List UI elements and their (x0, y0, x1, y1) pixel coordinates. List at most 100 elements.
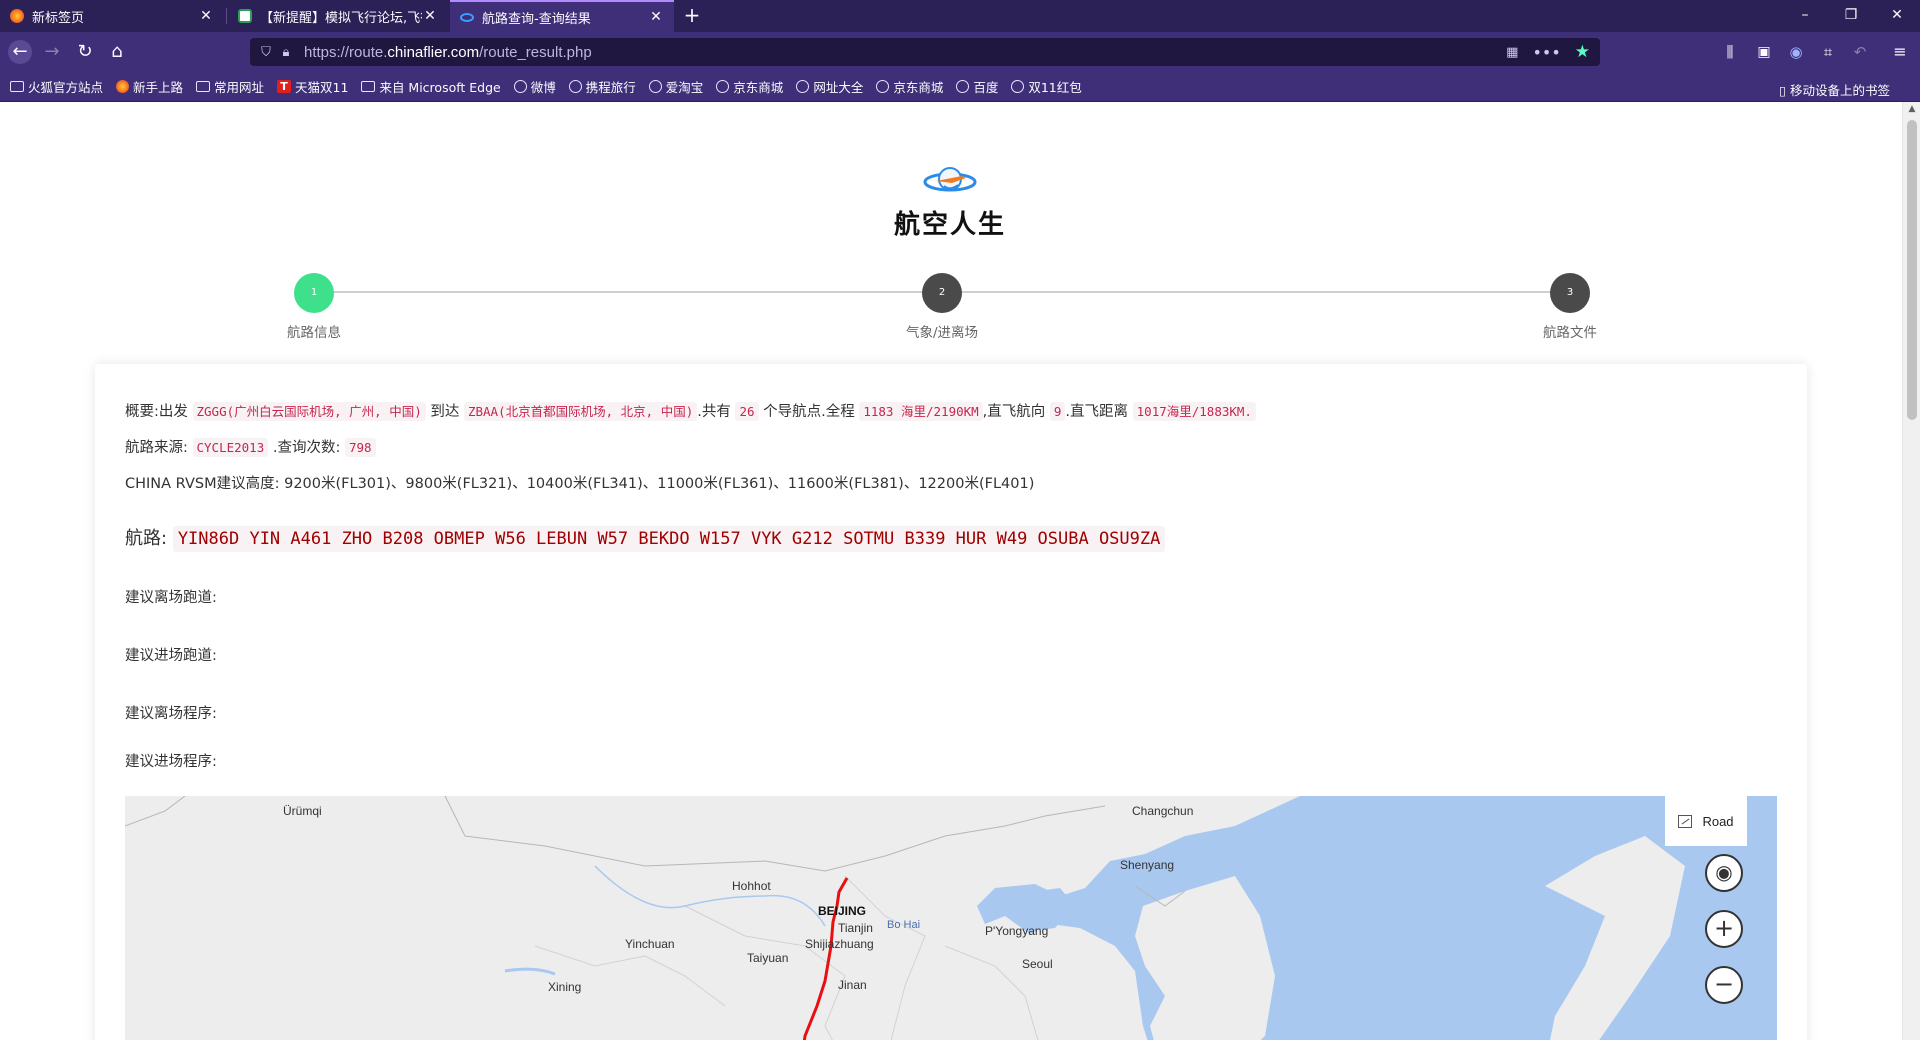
new-tab-icon[interactable]: + (680, 4, 704, 28)
back-icon[interactable]: ← (8, 40, 32, 64)
direct-distance: 1017海里/1883KM. (1132, 402, 1256, 421)
url-text[interactable]: https://route.chinaflier.com/route_resul… (304, 44, 592, 61)
bookmark-label: 网址大全 (813, 80, 864, 95)
tmall-icon: T (277, 80, 292, 93)
mobile-bookmarks[interactable]: ▯ 移动设备上的书签 (1779, 80, 1890, 99)
minimize-icon[interactable]: – (1782, 0, 1828, 32)
page-actions-icon[interactable]: ••• (1532, 43, 1560, 62)
home-icon[interactable]: ⌂ (105, 40, 129, 64)
locate-me-icon[interactable]: ◉ (1705, 854, 1743, 892)
bookmark-item[interactable]: 来自 Microsoft Edge (361, 77, 501, 96)
bookmark-item[interactable]: 爱淘宝 (648, 77, 704, 96)
summary-line: 概要:出发 ZGGG(广州白云国际机场, 广州, 中国) 到达 ZBAA(北京首… (125, 400, 1256, 421)
site-favicon-icon (238, 9, 252, 23)
reload-icon[interactable]: ↻ (73, 40, 97, 64)
map-label-beijing: BEIJING (818, 904, 867, 918)
map-label-tianjin: Tianjin (838, 921, 873, 935)
map-label-bo-hai: Bo Hai (887, 919, 921, 931)
account-icon[interactable]: ◉ (1784, 40, 1808, 64)
lock-icon[interactable]: 🔒︎ (276, 45, 296, 60)
bookmark-label: 常用网址 (214, 80, 265, 95)
planet-plane-logo-icon (923, 167, 977, 192)
bookmark-label: 双11红包 (1028, 80, 1082, 95)
tracking-shield-icon[interactable]: ⛉ (256, 45, 276, 60)
qr-code-icon[interactable]: ▦ (1506, 45, 1518, 60)
bookmark-label: 天猫双11 (295, 80, 349, 95)
screenshot-icon[interactable]: ⌗ (1816, 40, 1840, 64)
folder-icon (361, 81, 376, 92)
firefox-icon (10, 9, 24, 23)
map-label-jinan: Jinan (838, 978, 867, 992)
globe-icon (876, 80, 890, 93)
source-line: 航路来源: CYCLE2013 .查询次数: 798 (125, 436, 376, 457)
map-label-taiyuan: Taiyuan (747, 951, 789, 965)
restore-icon[interactable]: ❐ (1828, 0, 1874, 32)
bookmark-label: 火狐官方站点 (28, 80, 104, 95)
bookmark-item[interactable]: 百度 (956, 77, 998, 96)
step-route-info[interactable]: 1 航路信息 (264, 273, 364, 341)
library-icon[interactable]: ⫼ (1718, 40, 1742, 64)
bookmark-item[interactable]: 新手上路 (116, 77, 183, 96)
zoom-in-icon[interactable]: + (1705, 910, 1743, 948)
tab-route-result[interactable]: 航路查询-查询结果 ✕ (450, 0, 674, 32)
close-icon[interactable]: ✕ (422, 8, 438, 24)
logo-text: 航空人生 (893, 210, 1006, 240)
bookmark-label: 新手上路 (133, 80, 184, 95)
road-map-icon (1678, 814, 1693, 828)
bookmark-item[interactable]: 京东商城 (876, 77, 943, 96)
progress-stepper: 1 航路信息 2 气象/进离场 3 航路文件 (0, 270, 1902, 341)
bookmark-item[interactable]: 常用网址 (196, 77, 264, 96)
sidebar-icon[interactable]: ▣ (1752, 40, 1776, 64)
bookmark-item[interactable]: 京东商城 (716, 77, 783, 96)
map-label-changchun: Changchun (1132, 804, 1194, 818)
bookmark-item[interactable]: 网址大全 (796, 77, 863, 96)
waypoint-count: 26 (735, 402, 759, 421)
bookmark-item[interactable]: 携程旅行 (568, 77, 636, 96)
tab-title: 新标签页 (32, 10, 85, 26)
map-label-xining: Xining (548, 980, 582, 994)
route-map[interactable]: Ürümqi Changchun Shenyang Hohhot BEIJING… (125, 796, 1777, 1040)
url-bar[interactable]: ⛉ 🔒︎ https://route.chinaflier.com/route_… (250, 38, 1600, 66)
bookmark-label: 爱淘宝 (665, 80, 704, 95)
close-icon[interactable]: ✕ (648, 9, 664, 25)
step-circle: 1 (294, 273, 334, 313)
menu-icon[interactable]: ≡ (1888, 40, 1912, 64)
step-label: 航路文件 (1543, 325, 1597, 341)
site-logo[interactable]: 航空人生 (888, 162, 1012, 241)
tab-forum[interactable]: 【新提醒】模拟飞行论坛,飞行模 ✕ (228, 0, 448, 32)
bookmark-item[interactable]: 双11红包 (1011, 77, 1082, 96)
step-label: 气象/进离场 (905, 325, 979, 341)
page-scrollbar[interactable]: ▲ (1902, 102, 1920, 1040)
globe-icon (956, 80, 970, 93)
bookmark-star-icon[interactable]: ★ (1575, 42, 1590, 62)
bookmark-label: 来自 Microsoft Edge (379, 80, 501, 95)
bookmark-item[interactable]: 火狐官方站点 (10, 77, 103, 96)
forward-icon[interactable]: → (40, 40, 64, 64)
bookmark-item[interactable]: T 天猫双11 (277, 77, 348, 96)
map-label-seoul: Seoul (1022, 957, 1053, 971)
step-weather[interactable]: 2 气象/进离场 (892, 273, 992, 341)
scrollbar-thumb[interactable] (1907, 120, 1917, 420)
plane-logo-icon (460, 12, 474, 22)
bookmark-item[interactable]: 微博 (513, 77, 556, 96)
bookmark-label: 携程旅行 (585, 80, 636, 95)
map-label-shenyang: Shenyang (1120, 858, 1175, 872)
map-label-shijiazhuang: Shijiazhuang (805, 937, 874, 951)
zoom-out-icon[interactable]: − (1705, 966, 1743, 1004)
direct-heading: 9 (1049, 402, 1066, 421)
bookmarks-bar: 火狐官方站点 新手上路 常用网址 T 天猫双11 来自 Microsoft Edge 微博 携… (0, 72, 1920, 102)
undo-icon[interactable]: ↶ (1848, 40, 1872, 64)
map-label-urumqi: Ürümqi (283, 804, 322, 818)
close-icon[interactable]: ✕ (198, 8, 214, 24)
window-close-icon[interactable]: ✕ (1874, 0, 1920, 32)
route-label: 航路: (125, 528, 168, 549)
route-string[interactable]: YIN86D YIN A461 ZHO B208 OBMEP W56 LEBUN… (172, 526, 1166, 552)
browser-tab-bar: 新标签页 ✕ 【新提醒】模拟飞行论坛,飞行模 ✕ 航路查询-查询结果 ✕ + –… (0, 0, 1920, 32)
map-base-layer (125, 796, 1777, 1040)
map-style-button[interactable]: Road (1665, 796, 1747, 846)
map-label-yinchuan: Yinchuan (625, 937, 675, 951)
scroll-up-icon[interactable]: ▲ (1903, 104, 1920, 114)
departure-procedure-label: 建议离场程序: (125, 706, 217, 722)
step-route-file[interactable]: 3 航路文件 (1520, 273, 1620, 341)
tab-new-tab[interactable]: 新标签页 ✕ (0, 0, 224, 32)
